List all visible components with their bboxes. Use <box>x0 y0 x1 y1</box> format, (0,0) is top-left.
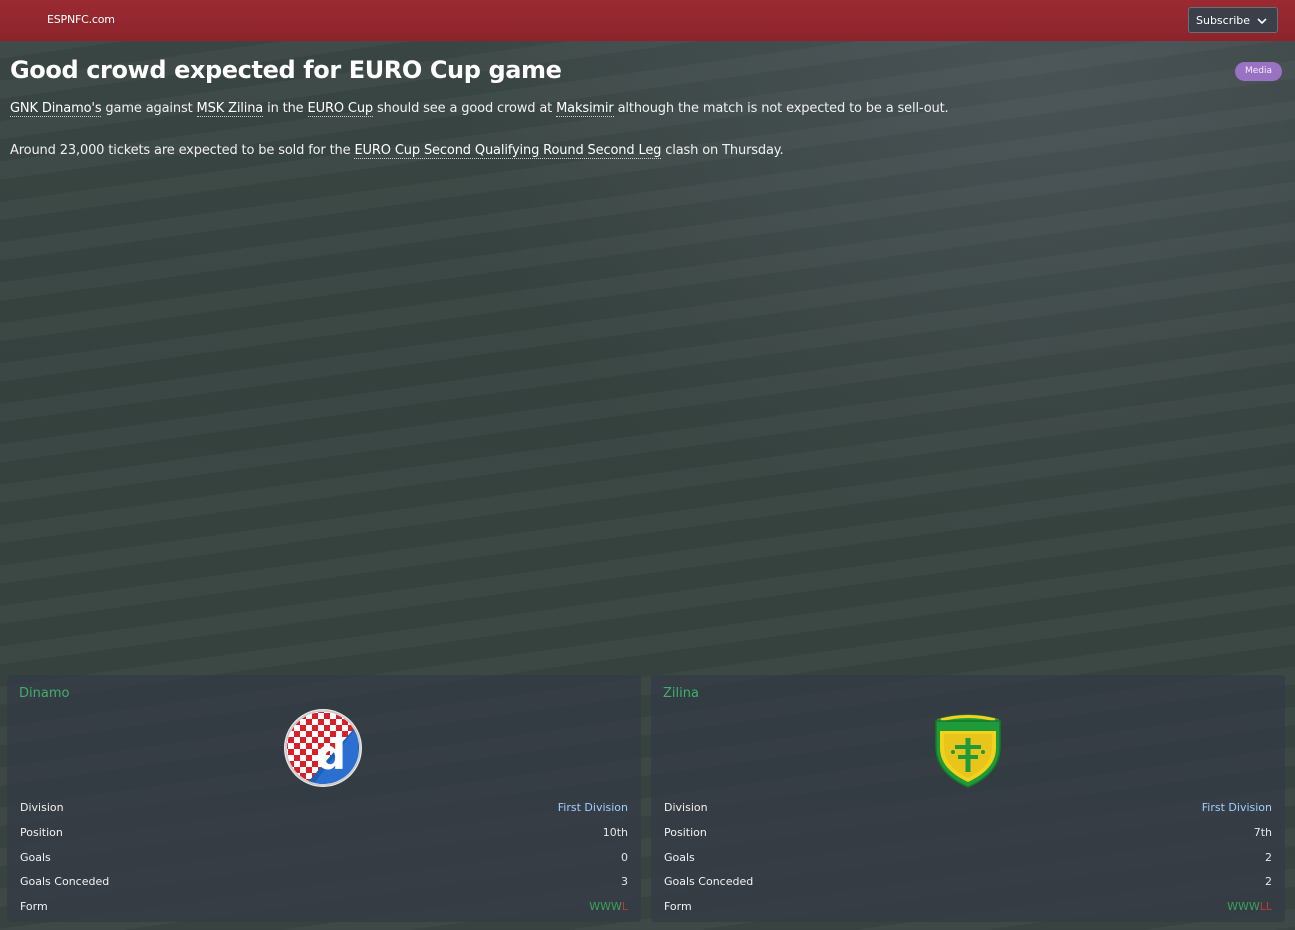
link-competition-round[interactable]: EURO Cup Second Qualifying Round Second … <box>354 143 661 159</box>
stat-form: Form WWWL <box>20 898 628 923</box>
form-wins: WWW <box>1227 900 1260 914</box>
link-euro-cup[interactable]: EURO Cup <box>307 101 373 117</box>
stat-value: 3 <box>621 875 628 889</box>
stat-label: Form <box>664 900 692 914</box>
chevron-down-icon <box>1257 18 1267 25</box>
news-source[interactable]: ESPNFC.com <box>47 13 115 26</box>
link-maksimir[interactable]: Maksimir <box>556 101 614 117</box>
stat-division: Division First Division <box>20 799 628 824</box>
stat-value: 0 <box>621 850 628 864</box>
form-losses: L <box>621 900 628 914</box>
stat-value: 10th <box>602 825 628 839</box>
subscribe-label: Subscribe <box>1196 13 1251 27</box>
stat-goals: Goals 2 <box>664 849 1272 874</box>
stat-label: Goals Conceded <box>664 875 754 889</box>
stat-label: Form <box>20 900 48 914</box>
stat-goals: Goals 0 <box>20 849 628 874</box>
stat-label: Division <box>664 801 708 814</box>
stat-goals-conceded: Goals Conceded 3 <box>20 873 628 898</box>
text: clash on Thursday. <box>661 143 784 158</box>
division-link[interactable]: First Division <box>558 801 628 814</box>
svg-text:d: d <box>316 730 346 779</box>
division-link[interactable]: First Division <box>1202 801 1272 814</box>
stat-goals-conceded: Goals Conceded 2 <box>664 873 1272 898</box>
stat-label: Goals <box>20 850 51 864</box>
stat-label: Position <box>20 825 63 839</box>
form-wins: WWW <box>589 900 622 914</box>
article-paragraph-2: Around 23,000 tickets are expected to be… <box>10 143 784 159</box>
text: in the <box>263 101 308 116</box>
article-title: Good crowd expected for EURO Cup game <box>10 56 562 84</box>
stat-label: Goals <box>664 850 695 864</box>
dinamo-crest-icon[interactable]: d <box>282 707 364 789</box>
team-name[interactable]: Zilina <box>663 686 699 701</box>
form-value: WWWLL <box>1227 900 1272 913</box>
link-gnk-dinamo[interactable]: GNK Dinamo's <box>10 101 102 117</box>
stat-value: 2 <box>1265 850 1272 864</box>
stat-value: 2 <box>1265 875 1272 889</box>
stat-label: Division <box>20 801 64 814</box>
subscribe-button[interactable]: Subscribe <box>1188 7 1278 33</box>
team-stats: Division First Division Position 7th Goa… <box>664 799 1272 923</box>
stat-label: Position <box>664 825 707 839</box>
stat-division: Division First Division <box>664 799 1272 824</box>
text: should see a good crowd at <box>373 101 557 116</box>
stat-label: Goals Conceded <box>20 875 110 889</box>
top-bar: ESPNFC.com Subscribe <box>0 0 1295 41</box>
text: Around 23,000 tickets are expected to be… <box>10 143 355 158</box>
form-losses: LL <box>1259 900 1272 914</box>
team-stats: Division First Division Position 10th Go… <box>20 799 628 923</box>
stat-position: Position 10th <box>20 824 628 849</box>
stat-form: Form WWWLL <box>664 898 1272 923</box>
media-badge: Media <box>1235 62 1282 81</box>
stat-position: Position 7th <box>664 824 1272 849</box>
text: although the match is not expected to be… <box>613 101 949 116</box>
team-panel-zilina: Zilina Division First Division Position … <box>651 675 1285 922</box>
team-name[interactable]: Dinamo <box>19 686 69 701</box>
team-panel-dinamo: Dinamo d Division First Division Positio… <box>7 675 641 922</box>
link-msk-zilina[interactable]: MSK Zilina <box>196 101 263 117</box>
article-paragraph-1: GNK Dinamo's game against MSK Zilina in … <box>10 101 949 117</box>
stat-value: 7th <box>1253 825 1272 839</box>
zilina-crest-icon[interactable] <box>927 707 1009 789</box>
form-value: WWWL <box>589 900 628 913</box>
text: game against <box>101 101 197 116</box>
